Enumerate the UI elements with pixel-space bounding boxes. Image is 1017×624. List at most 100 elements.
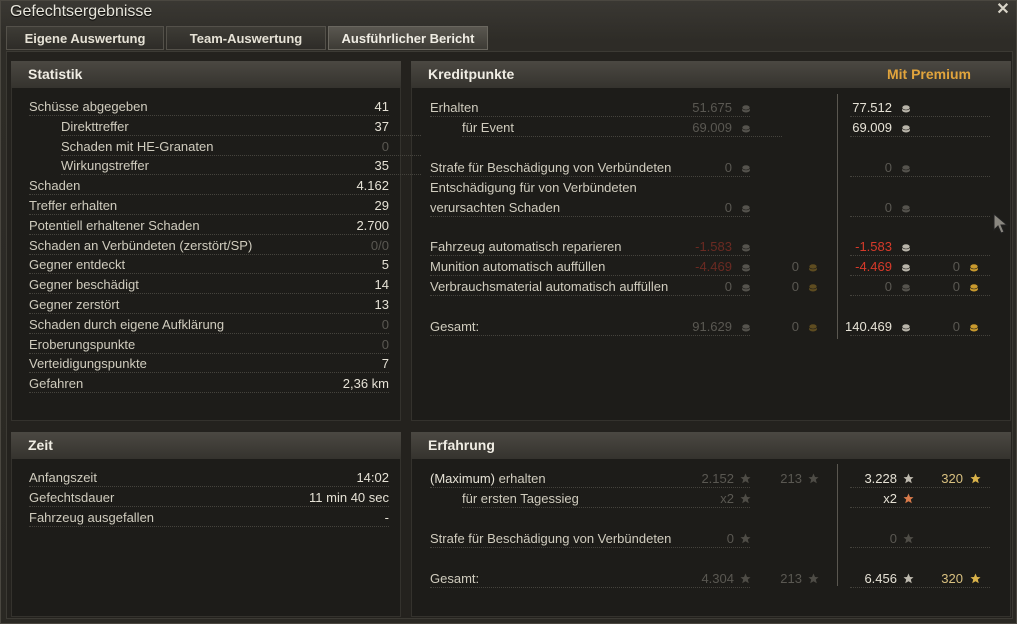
erfahrung-panel: [411, 432, 1011, 617]
erfahrung-row: Gesamt: 4.304 213 6.456 320: [430, 570, 990, 588]
statistik-row: Eroberungspunkte 0: [29, 336, 389, 354]
free-xp-premium-value: 320: [941, 571, 963, 586]
statistik-row: Verteidigungspunkte 7: [29, 355, 389, 374]
xp-premium-value: 6.456: [864, 571, 897, 586]
kredit-premium-value: 0: [884, 279, 892, 294]
experience-star-icon: [740, 493, 751, 504]
experience-star-icon: [740, 573, 751, 584]
stat-value: 35: [374, 158, 389, 174]
kredit-row: Verbrauchsmaterial automatisch auffüllen…: [430, 278, 990, 296]
kredit-row: Entschädigung für von Verbündeten: [430, 179, 990, 197]
experience-star-icon: [903, 473, 914, 484]
erfahrung-label-text: Strafe für Beschädigung von Verbündeten: [430, 531, 672, 546]
erfahrung-row: Strafe für Beschädigung von Verbündeten 0…: [430, 530, 990, 548]
kredit-row: Fahrzeug automatisch reparieren -1.583 -1.…: [430, 238, 990, 256]
kredit-row: Gesamt: 91.629 0 140.469 0: [430, 318, 990, 336]
credit-coin-icon: [901, 104, 911, 113]
zeit-value: -: [384, 510, 389, 525]
zeit-row: Gefechtsdauer 11 min 40 sec: [29, 489, 389, 507]
erfahrung-row: (Maximum) erhalten 2.152 213 3.228 320: [430, 470, 990, 488]
statistik-row: Gegner entdeckt 5: [29, 256, 389, 275]
stat-value: 7: [381, 356, 389, 372]
zeit-label: Anfangszeit: [29, 470, 97, 485]
statistik-row: Schüsse abgegeben 41: [29, 98, 389, 116]
credit-coin-icon: [901, 263, 911, 272]
stat-value: 0: [381, 138, 389, 154]
kredit-premium-value: 69.009: [852, 120, 892, 135]
credit-coin-icon: [901, 124, 911, 133]
battle-results-window: Gefechtsergebnisse ✕ Eigene Auswertung T…: [0, 0, 1017, 624]
statistik-row: Gefahren 2,36 km: [29, 375, 389, 394]
kredit-standard-value: 51.675: [692, 100, 732, 115]
zeit-value: 14:02: [356, 470, 389, 485]
free-xp-standard-value: 213: [780, 571, 802, 586]
stat-value: 37: [374, 118, 389, 134]
statistik-row: Direkttreffer 37: [29, 118, 421, 136]
gold-premium-value: 0: [952, 319, 960, 334]
stat-label: Gegner beschädigt: [29, 277, 139, 293]
gold-coin-icon: [969, 263, 979, 272]
credit-coin-icon: [741, 104, 751, 113]
kreditpunkte-header: Kreditpunkte Mit Premium: [411, 61, 1011, 88]
xp-standard-value: x2: [720, 491, 734, 506]
erfahrung-row: für ersten Tagessieg x2 x2: [430, 490, 990, 508]
kreditpunkte-title: Kreditpunkte: [428, 66, 515, 82]
stat-label: Gegner entdeckt: [29, 257, 126, 273]
stat-label: Schaden: [29, 178, 81, 194]
kredit-row: für Event 69.009 69.009: [430, 119, 990, 137]
zeit-row: Fahrzeug ausgefallen -: [29, 509, 389, 527]
xp-standard-value: 0: [726, 531, 734, 546]
stat-value: 13: [374, 297, 389, 312]
credit-coin-icon: [741, 204, 751, 213]
stat-label: Treffer erhalten: [29, 198, 118, 213]
free-experience-star-icon: [970, 573, 981, 584]
tab-team-auswertung[interactable]: Team-Auswertung: [166, 26, 326, 50]
stat-value: 4.162: [356, 178, 389, 194]
close-icon[interactable]: ✕: [995, 2, 1011, 18]
kredit-label: Fahrzeug automatisch reparieren: [430, 239, 622, 254]
kredit-row: verursachten Schaden 0 0: [430, 199, 990, 217]
stat-value: 5: [381, 257, 389, 273]
credit-coin-icon: [901, 243, 911, 252]
kredit-label: Strafe für Beschädigung von Verbündeten: [430, 160, 672, 175]
zeit-value: 11 min 40 sec: [309, 490, 389, 505]
kredit-standard-value: -4.469: [695, 259, 732, 274]
statistik-row: Schaden an Verbündeten (zerstört/SP) 0/0: [29, 237, 389, 255]
tab-ausfuehrlicher-bericht[interactable]: Ausführlicher Bericht: [328, 26, 488, 50]
credit-coin-icon: [901, 164, 911, 173]
stat-label: Schaden mit HE-Granaten: [61, 138, 214, 154]
erfahrung-label-text: erhalten: [495, 471, 546, 486]
experience-star-icon: [903, 493, 914, 504]
stat-label: Schaden durch eigene Aufklärung: [29, 316, 225, 332]
statistik-row: Potentiell erhaltener Schaden 2.700: [29, 217, 389, 235]
gold-standard-value: 0: [791, 259, 799, 274]
stat-label: Direkttreffer: [61, 118, 129, 134]
stat-label: Eroberungspunkte: [29, 336, 136, 352]
erfahrung-label-text: Gesamt:: [430, 571, 480, 586]
kredit-label: verursachten Schaden: [430, 200, 561, 215]
erfahrung-header: Erfahrung: [411, 432, 1011, 459]
report-content: Statistik Zeit Kreditpunkte Mit Premium …: [6, 51, 1013, 619]
statistik-row: Gegner beschädigt 14: [29, 276, 389, 295]
free-experience-star-icon: [970, 473, 981, 484]
credit-coin-icon: [901, 323, 911, 332]
xp-premium-value: 3.228: [864, 471, 897, 486]
zeit-header: Zeit: [11, 432, 401, 459]
experience-star-icon: [903, 533, 914, 544]
kredit-standard-value: 91.629: [692, 319, 732, 334]
experience-star-icon: [740, 473, 751, 484]
kredit-premium-value: 77.512: [852, 100, 892, 115]
stat-value: 2.700: [356, 217, 389, 233]
xp-standard-value: 2.152: [701, 471, 734, 486]
kredit-row: Erhalten 51.675 77.512: [430, 99, 990, 117]
erfahrung-label-text: für ersten Tagessieg: [462, 491, 579, 506]
stat-label: Gegner zerstört: [29, 297, 120, 312]
xp-standard-value: 4.304: [701, 571, 734, 586]
kredit-standard-value: 69.009: [692, 120, 732, 135]
kredit-label: Verbrauchsmaterial automatisch auffüllen: [430, 279, 669, 294]
kredit-label: Entschädigung für von Verbündeten: [430, 180, 637, 195]
tab-eigene-auswertung[interactable]: Eigene Auswertung: [6, 26, 164, 50]
credit-coin-icon: [901, 283, 911, 292]
xp-premium-value: 0: [889, 531, 897, 546]
stat-label: Schüsse abgegeben: [29, 99, 148, 114]
